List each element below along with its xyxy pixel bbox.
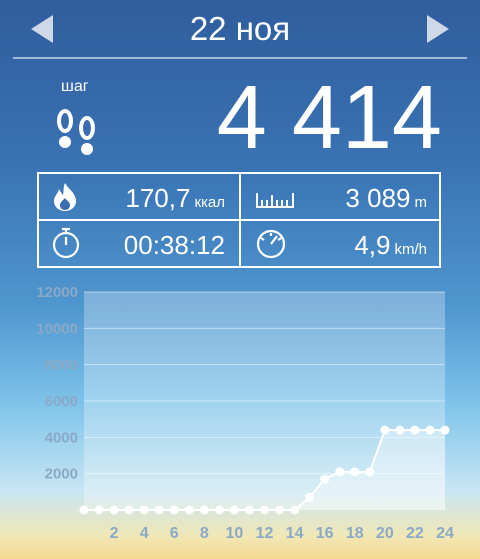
- y-tick-label: 2000: [45, 466, 78, 483]
- stopwatch-icon: [52, 227, 80, 259]
- data-point: [275, 505, 285, 515]
- x-tick-label: 4: [140, 525, 149, 540]
- data-point: [169, 505, 179, 515]
- x-tick-label: 6: [170, 525, 179, 540]
- x-tick-label: 18: [346, 525, 364, 540]
- data-point: [290, 505, 300, 515]
- data-point: [365, 467, 375, 477]
- data-point: [260, 505, 269, 515]
- y-tick-label: 10000: [36, 320, 78, 337]
- data-point: [350, 467, 360, 477]
- next-day-arrow-icon[interactable]: [427, 15, 449, 43]
- ruler-icon: [256, 193, 294, 208]
- data-point: [79, 505, 89, 515]
- x-tick-label: 8: [200, 525, 209, 540]
- speed-cell: 4,9 km/h: [241, 221, 439, 267]
- stats-panel: 170,7 ккал 3 089 m 00:38:12 4,9 km/h: [37, 172, 441, 268]
- y-tick-label: 6000: [45, 393, 78, 410]
- y-tick-label: 4000: [45, 429, 78, 446]
- data-point: [335, 467, 345, 477]
- data-point: [425, 425, 435, 435]
- date-header: 22 ноя: [0, 0, 480, 58]
- data-point: [184, 505, 194, 515]
- y-tick-label: 8000: [45, 357, 78, 374]
- data-point: [244, 505, 254, 515]
- calories-value: 170,7 ккал: [125, 183, 225, 213]
- x-tick-label: 10: [226, 525, 244, 540]
- x-tick-label: 22: [406, 525, 424, 540]
- x-tick-label: 24: [436, 525, 454, 540]
- data-point: [320, 474, 330, 484]
- data-point: [139, 505, 149, 515]
- date-title: 22 ноя: [189, 10, 291, 47]
- x-tick-label: 2: [110, 525, 119, 540]
- footprints-icon: [57, 109, 95, 155]
- header-divider: [13, 57, 467, 59]
- speedometer-icon: [256, 229, 286, 259]
- flame-icon: [54, 183, 76, 211]
- x-tick-label: 20: [376, 525, 394, 540]
- step-count: 4 414: [216, 68, 442, 168]
- y-tick-label: 12000: [36, 284, 78, 301]
- data-point: [214, 505, 224, 515]
- speed-value: 4,9 km/h: [354, 230, 427, 260]
- data-point: [229, 505, 239, 515]
- data-point: [109, 505, 119, 515]
- x-tick-label: 12: [256, 525, 274, 540]
- steps-chart: 200040006000800010000120002 4 6 8 10 12 14 16 18…: [36, 284, 454, 540]
- x-tick-label: 16: [316, 525, 334, 540]
- data-point: [305, 492, 315, 502]
- data-point: [440, 425, 450, 435]
- data-point: [94, 505, 104, 515]
- x-tick-label: 14: [286, 525, 304, 540]
- duration-cell: 00:38:12: [39, 221, 239, 267]
- data-point: [380, 425, 390, 435]
- distance-value: 3 089 m: [345, 183, 427, 213]
- data-point: [410, 425, 420, 435]
- data-point: [199, 505, 209, 515]
- data-point: [124, 505, 134, 515]
- steps-label: шаг: [61, 78, 89, 95]
- distance-cell: 3 089 m: [241, 174, 439, 220]
- data-point: [154, 505, 164, 515]
- calories-cell: 170,7 ккал: [39, 174, 239, 220]
- duration-value: 00:38:12: [123, 230, 225, 260]
- data-point: [395, 425, 405, 435]
